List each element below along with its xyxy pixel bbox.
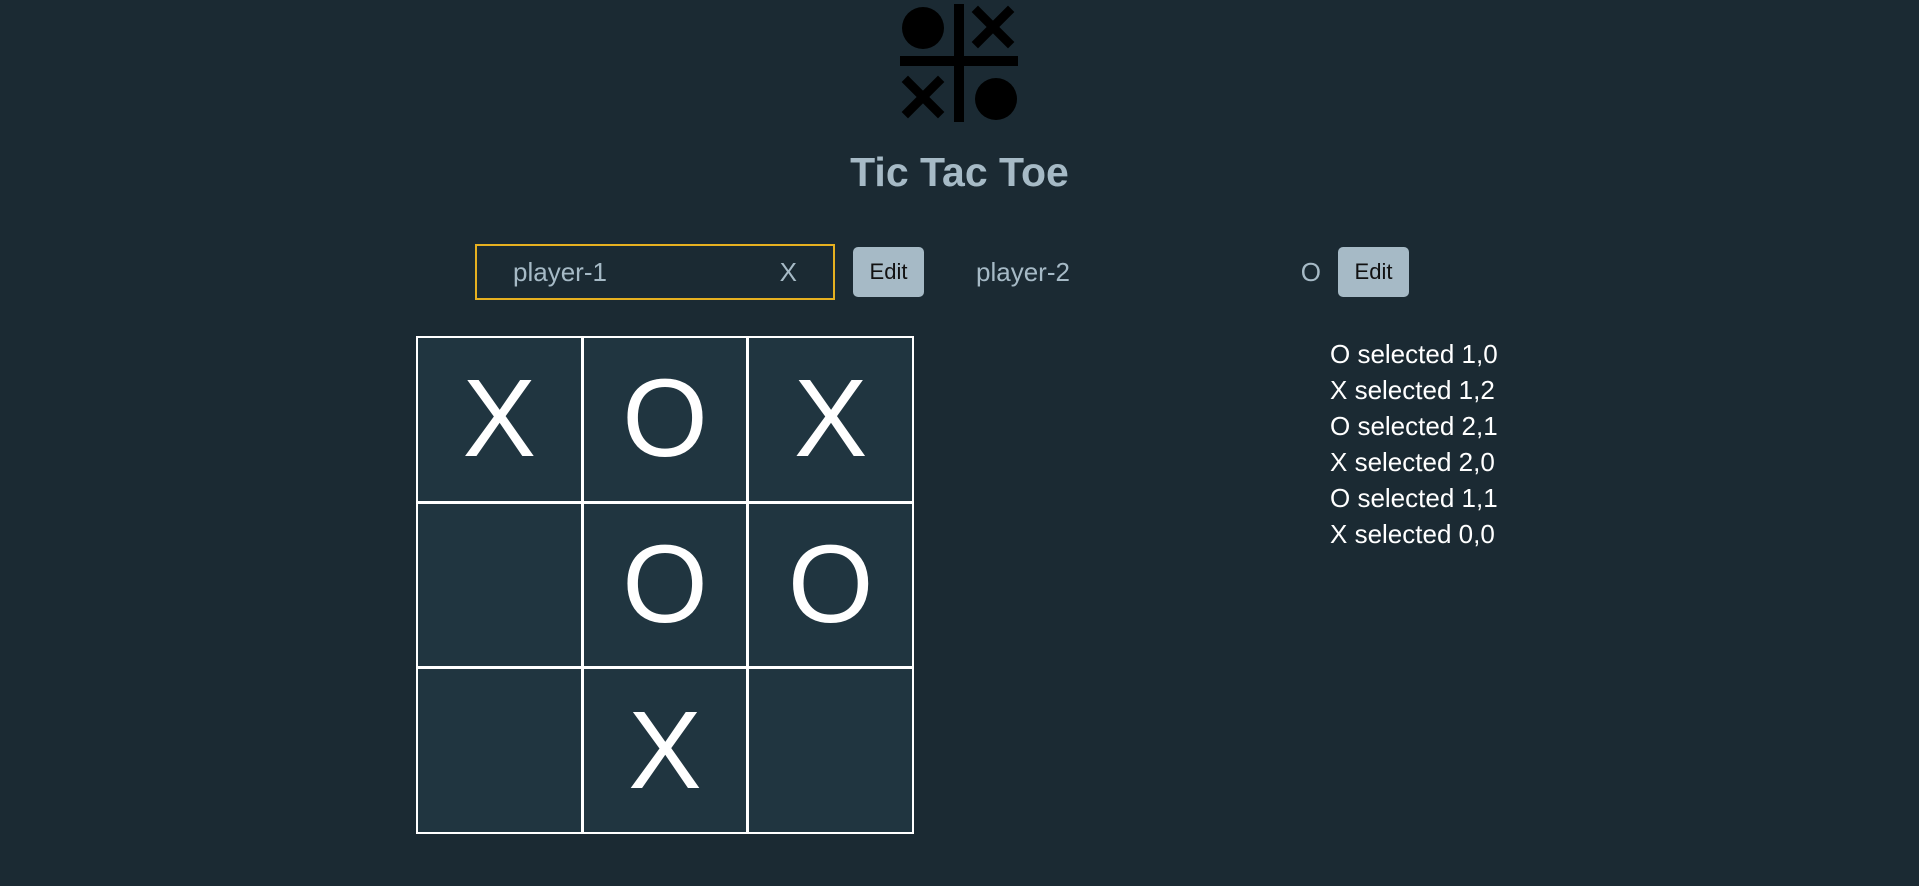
player-2-card: player-2 O	[938, 244, 1323, 300]
tic-tac-toe-logo-icon	[900, 4, 1018, 122]
board-cell-0-1[interactable]: O	[583, 338, 747, 501]
board-cell-1-1[interactable]: O	[583, 503, 747, 667]
page-title: Tic Tac Toe	[850, 149, 1069, 195]
board-cell-2-0[interactable]	[418, 669, 581, 832]
edit-player-1-button[interactable]: Edit	[853, 247, 924, 297]
board-cell-0-0[interactable]: X	[418, 338, 581, 501]
board-cell-0-2[interactable]: X	[749, 338, 912, 501]
edit-player-2-button[interactable]: Edit	[1338, 247, 1409, 297]
log-entry: X selected 1,2	[1330, 375, 1495, 405]
board-cell-1-0[interactable]	[418, 503, 581, 667]
log-entry: O selected 2,1	[1330, 411, 1498, 441]
log-entry: X selected 2,0	[1330, 447, 1495, 477]
log-entry: O selected 1,1	[1330, 483, 1498, 513]
game-board: X O X O O X	[416, 336, 914, 834]
board-cell-2-1[interactable]: X	[583, 669, 747, 832]
log-entry: X selected 0,0	[1330, 519, 1495, 549]
player-2-name: player-2	[976, 256, 1070, 287]
board-cell-1-2[interactable]: O	[749, 503, 912, 667]
player-1-name: player-1	[513, 256, 607, 287]
log-entry: O selected 1,0	[1330, 339, 1498, 369]
player-2-symbol: O	[1300, 256, 1321, 287]
move-log: O selected 1,0 X selected 1,2 O selected…	[1330, 336, 1498, 552]
player-1-symbol: X	[779, 256, 797, 287]
board-cell-2-2[interactable]	[749, 669, 912, 832]
player-1-card: player-1 X	[475, 244, 835, 300]
